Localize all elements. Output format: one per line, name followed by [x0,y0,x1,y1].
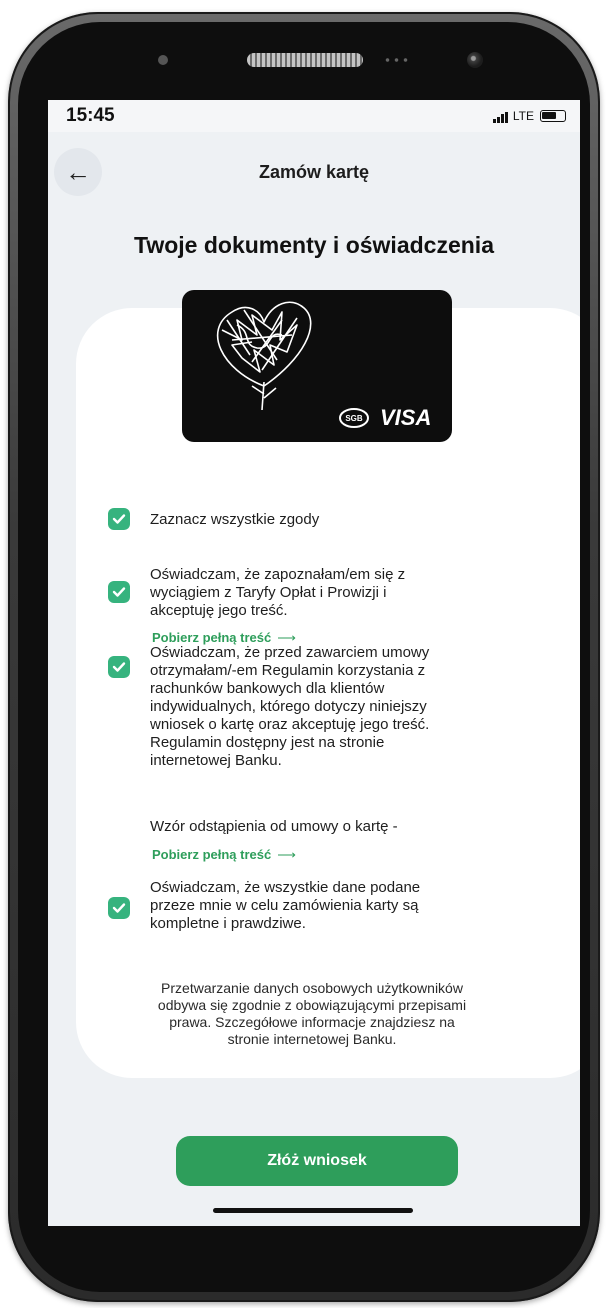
consent-checkbox-tariff[interactable] [108,581,130,603]
submit-application-button[interactable]: Złóż wniosek [176,1136,458,1186]
payment-card-image: SGB VISA [182,290,452,442]
select-all-checkbox[interactable] [108,508,130,530]
download-withdrawal-link[interactable]: Pobierz pełną treść ⟶ [152,847,296,863]
status-bar: 15:45 LTE [48,100,580,132]
network-label: LTE [512,109,534,123]
consent-text-data-accuracy: Oświadczam, że wszystkie dane podane prz… [150,879,421,932]
page-title: Twoje dokumenty i oświadczenia [134,232,494,258]
visa-logo: VISA [380,405,431,430]
sensor-dot [158,55,168,65]
checkmark-icon [112,662,126,672]
checkmark-icon [112,903,126,913]
battery-icon [540,110,566,122]
privacy-note: Przetwarzanie danych osobowych użytkowni… [157,980,467,1047]
arrow-right-icon: ⟶ [277,847,296,862]
heart-tree-graphic: SGB VISA [216,301,431,430]
checkmark-icon [112,587,126,597]
signal-icon [492,109,509,123]
svg-text:SGB: SGB [345,414,363,423]
arrow-right-icon: ⟶ [277,630,296,645]
status-time: 15:45 [66,105,115,126]
status-indicators: LTE [492,109,566,123]
consent-checkbox-data-accuracy[interactable] [108,897,130,919]
withdrawal-template-label: Wzór odstąpienia od umowy o kartę - [150,818,398,835]
consent-text-tariff: Oświadczam, że zapoznałam/em się z wycią… [150,566,406,619]
consent-checkbox-regulations[interactable] [108,656,130,678]
app-screen: 15:45 LTE ← Zamów kartę Twoje dokumenty … [48,100,580,1226]
front-camera [467,52,483,68]
select-all-label: Zaznacz wszystkie zgody [150,511,320,528]
sgb-logo-icon: SGB [339,408,369,428]
speaker-grill [247,53,363,67]
header: ← Zamów kartę [48,144,580,200]
consent-text-regulations: Oświadczam, że przed zawarciem umowy otr… [150,644,430,769]
checkmark-icon [112,514,126,524]
header-title: Zamów kartę [258,162,370,182]
home-indicator[interactable] [213,1208,413,1213]
speaker-dots [383,57,411,63]
